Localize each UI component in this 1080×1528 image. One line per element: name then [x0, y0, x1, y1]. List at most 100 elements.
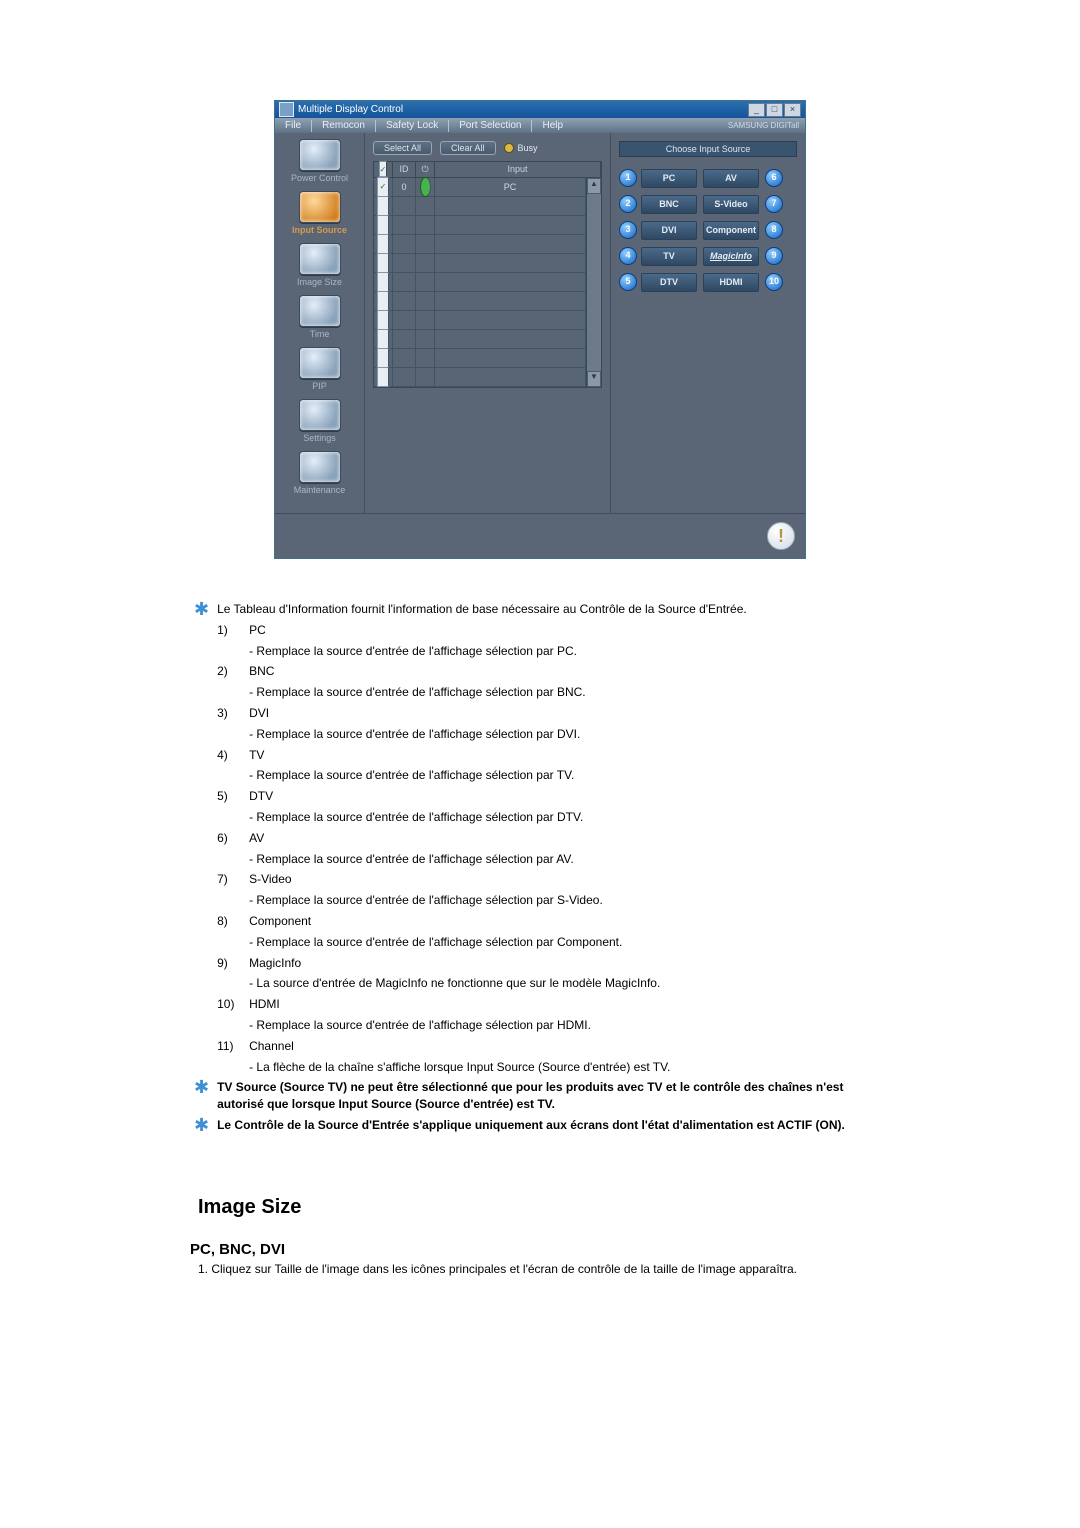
step-text: 1. Cliquez sur Taille de l'image dans le… — [198, 1262, 890, 1276]
bottom-bar: ! — [275, 513, 805, 558]
scroll-down-button[interactable]: ▼ — [587, 371, 601, 387]
table-row[interactable] — [374, 254, 586, 273]
nav-image-size[interactable]: Image Size — [278, 243, 361, 287]
table-row[interactable] — [374, 292, 586, 311]
select-all-button[interactable]: Select All — [373, 141, 432, 155]
power-on-icon — [420, 177, 431, 197]
time-icon — [299, 295, 341, 327]
row-checkbox[interactable] — [377, 272, 389, 292]
table-row[interactable] — [374, 349, 586, 368]
table-row[interactable] — [374, 368, 586, 387]
src-svideo-button[interactable]: S-Video — [703, 195, 759, 214]
table-row[interactable] — [374, 330, 586, 349]
menu-safety-lock[interactable]: Safety Lock — [376, 118, 448, 133]
nav-pip[interactable]: PIP — [278, 347, 361, 391]
titlebar[interactable]: Multiple Display Control _ □ × — [275, 101, 805, 118]
power-icon — [299, 139, 341, 171]
window-title: Multiple Display Control — [298, 104, 403, 115]
src-dvi-button[interactable]: DVI — [641, 221, 697, 240]
row-checkbox[interactable] — [377, 291, 389, 311]
brand-label: SAMSUNG DIGITall — [728, 121, 805, 130]
col-id: ID — [393, 162, 416, 177]
choose-input-source-label: Choose Input Source — [619, 141, 797, 157]
app-window: Multiple Display Control _ □ × File Remo… — [274, 100, 806, 559]
src-magicinfo-button[interactable]: MagicInfo — [703, 247, 759, 266]
app-icon — [279, 102, 294, 117]
row-checkbox[interactable] — [377, 196, 389, 216]
right-panel: Choose Input Source 1 PC AV 6 2 BNC S-Vi… — [610, 133, 805, 513]
row-checkbox[interactable] — [377, 253, 389, 273]
nav-input-source[interactable]: Input Source — [278, 191, 361, 235]
table-row[interactable] — [374, 197, 586, 216]
maximize-button[interactable]: □ — [766, 103, 783, 117]
item-key: 1) — [213, 620, 245, 641]
close-button[interactable]: × — [784, 103, 801, 117]
table-row[interactable] — [374, 273, 586, 292]
row-checkbox[interactable] — [377, 310, 389, 330]
src-av-button[interactable]: AV — [703, 169, 759, 188]
display-grid: ID ⏻ Input 0 PC — [373, 161, 602, 388]
settings-icon — [299, 399, 341, 431]
src-tv-button[interactable]: TV — [641, 247, 697, 266]
busy-dot-icon — [504, 143, 514, 153]
scroll-up-button[interactable]: ▲ — [587, 178, 601, 194]
col-input: Input — [435, 162, 601, 177]
menu-remocon[interactable]: Remocon — [312, 118, 375, 133]
table-row[interactable] — [374, 311, 586, 330]
item-title: PC — [245, 620, 890, 641]
subsection-heading: PC, BNC, DVI — [190, 1241, 890, 1258]
scrollbar[interactable]: ▲ ▼ — [586, 178, 601, 387]
callout-1: 1 — [619, 169, 637, 187]
star-icon: ✱ — [190, 599, 213, 620]
row-checkbox[interactable] — [377, 234, 389, 254]
callout-7: 7 — [765, 195, 783, 213]
clear-all-button[interactable]: Clear All — [440, 141, 496, 155]
table-row[interactable] — [374, 235, 586, 254]
header-checkbox[interactable] — [379, 161, 388, 177]
callout-3: 3 — [619, 221, 637, 239]
src-dtv-button[interactable]: DTV — [641, 273, 697, 292]
sidebar: Power Control Input Source Image Size Ti… — [275, 133, 365, 513]
note-2: Le Contrôle de la Source d'Entrée s'appl… — [213, 1115, 890, 1136]
row-checkbox[interactable] — [377, 367, 389, 387]
scroll-track[interactable] — [587, 194, 601, 371]
callout-10: 10 — [765, 273, 783, 291]
info-list: ✱ Le Tableau d'Information fournit l'inf… — [190, 599, 890, 1136]
pip-icon — [299, 347, 341, 379]
minimize-button[interactable]: _ — [748, 103, 765, 117]
menubar: File Remocon Safety Lock Port Selection … — [275, 118, 805, 133]
row-checkbox[interactable] — [377, 348, 389, 368]
col-check[interactable] — [374, 162, 393, 177]
maintenance-icon — [299, 451, 341, 483]
nav-settings[interactable]: Settings — [278, 399, 361, 443]
callout-5: 5 — [619, 273, 637, 291]
center-panel: Select All Clear All Busy ID ⏻ Input — [365, 133, 610, 513]
info-icon[interactable]: ! — [767, 522, 795, 550]
image-size-icon — [299, 243, 341, 275]
callout-9: 9 — [765, 247, 783, 265]
callout-8: 8 — [765, 221, 783, 239]
nav-power-control[interactable]: Power Control — [278, 139, 361, 183]
table-row[interactable] — [374, 216, 586, 235]
nav-maintenance[interactable]: Maintenance — [278, 451, 361, 495]
table-row[interactable]: 0 PC — [374, 178, 586, 197]
menu-port-selection[interactable]: Port Selection — [449, 118, 531, 133]
row-input: PC — [435, 178, 586, 196]
row-checkbox[interactable] — [377, 329, 389, 349]
callout-4: 4 — [619, 247, 637, 265]
note-1: TV Source (Source TV) ne peut être sélec… — [213, 1077, 890, 1115]
nav-time[interactable]: Time — [278, 295, 361, 339]
section-heading: Image Size — [198, 1196, 890, 1219]
src-pc-button[interactable]: PC — [641, 169, 697, 188]
callout-2: 2 — [619, 195, 637, 213]
callout-6: 6 — [765, 169, 783, 187]
src-hdmi-button[interactable]: HDMI — [703, 273, 759, 292]
row-id: 0 — [393, 178, 416, 196]
row-checkbox[interactable] — [377, 215, 389, 235]
menu-help[interactable]: Help — [532, 118, 573, 133]
row-checkbox[interactable] — [377, 177, 389, 197]
src-bnc-button[interactable]: BNC — [641, 195, 697, 214]
src-component-button[interactable]: Component — [703, 221, 759, 240]
menu-file[interactable]: File — [275, 118, 311, 133]
busy-indicator: Busy — [504, 143, 538, 153]
